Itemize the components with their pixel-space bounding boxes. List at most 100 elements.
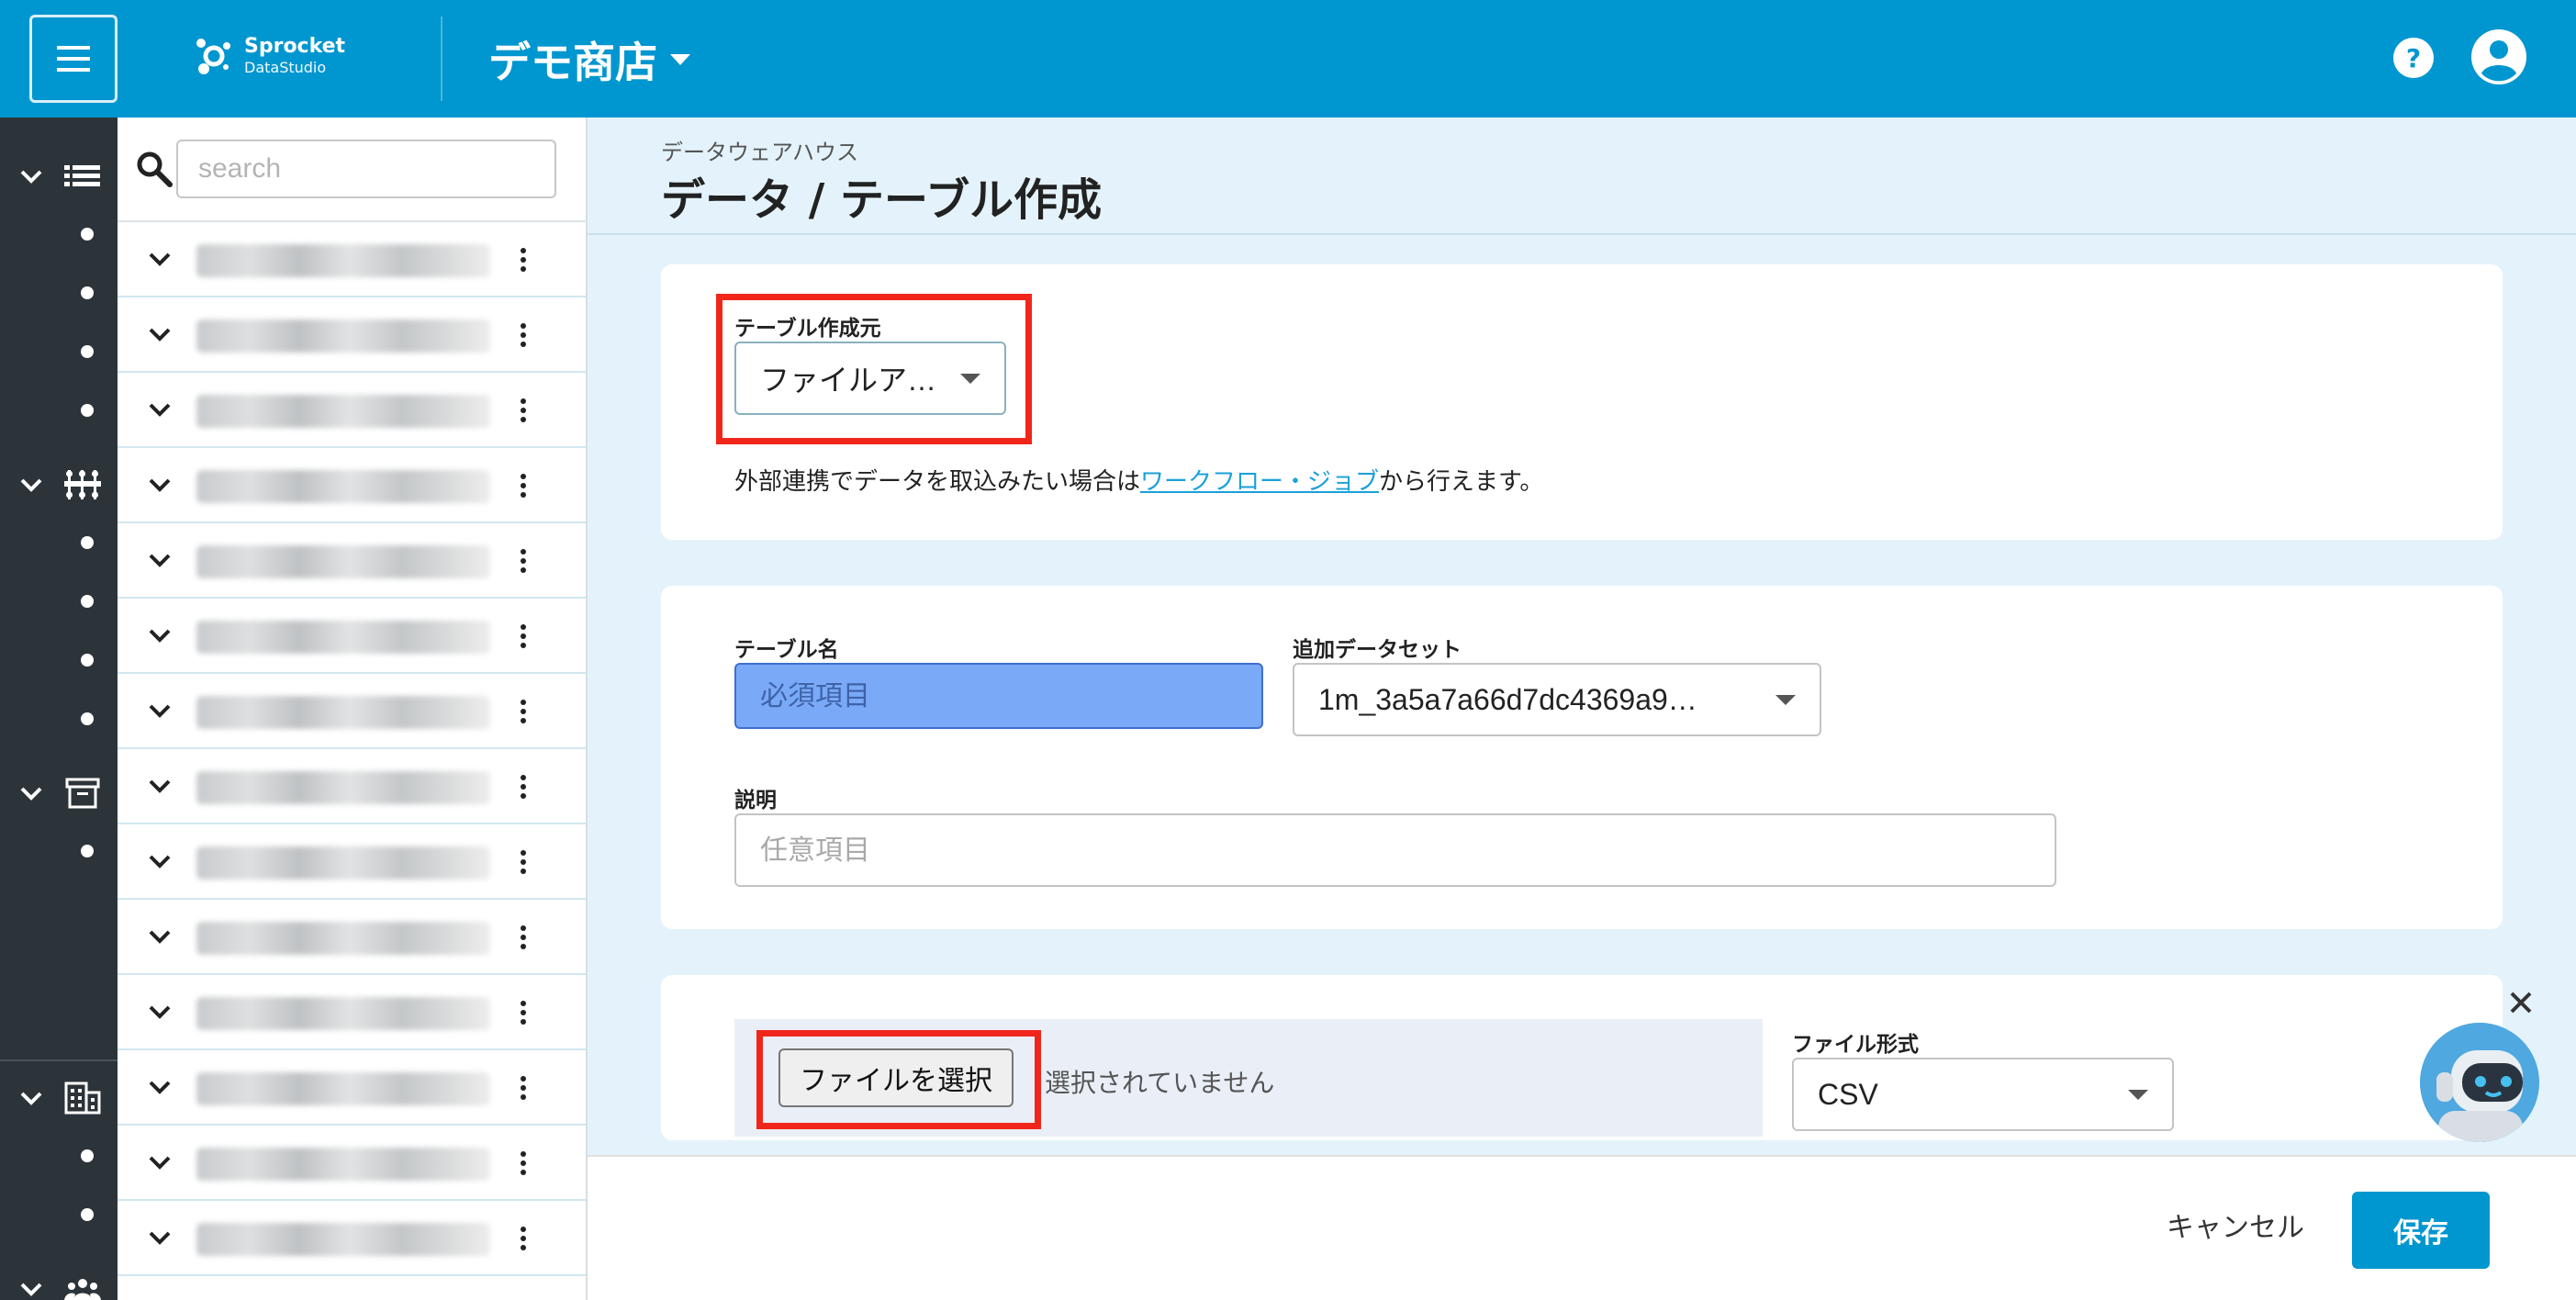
- tree-row[interactable]: [118, 674, 586, 749]
- breadcrumb[interactable]: データウェアハウス: [661, 134, 858, 166]
- user-avatar-icon[interactable]: [2470, 28, 2528, 86]
- chevron-down-icon[interactable]: [147, 775, 173, 797]
- chevron-down-icon[interactable]: [147, 248, 173, 270]
- more-vert-icon[interactable]: [514, 1146, 532, 1181]
- chevron-down-icon[interactable]: [147, 1227, 173, 1249]
- tree-row-name[interactable]: [196, 771, 490, 804]
- rail-dot[interactable]: [81, 345, 94, 358]
- chevron-down-icon[interactable]: [147, 850, 173, 872]
- more-vert-icon[interactable]: [514, 544, 532, 578]
- more-vert-icon[interactable]: [514, 393, 532, 428]
- chevron-down-icon[interactable]: [147, 398, 173, 420]
- rail-dot[interactable]: [81, 654, 94, 667]
- tree-row[interactable]: [118, 824, 586, 900]
- chevron-down-icon[interactable]: [147, 323, 173, 345]
- chevron-down-icon: [20, 787, 42, 801]
- chevron-down-icon[interactable]: [147, 1151, 173, 1173]
- rail-group-data[interactable]: [0, 156, 118, 196]
- rail-group-pipeline[interactable]: [0, 465, 118, 505]
- more-vert-icon[interactable]: [514, 694, 532, 729]
- more-vert-icon[interactable]: [514, 845, 532, 880]
- tree-row-name[interactable]: [196, 1072, 490, 1105]
- dataset-select[interactable]: 1m_3a5a7a66d7dc4369a9…: [1293, 663, 1821, 736]
- rail-group-users[interactable]: [0, 1269, 118, 1300]
- chevron-down-icon: [20, 478, 42, 492]
- chevron-down-icon: [20, 1283, 42, 1296]
- tree-row-name[interactable]: [196, 395, 490, 428]
- chevron-down-icon[interactable]: [147, 925, 173, 947]
- rail-dot[interactable]: [81, 286, 94, 299]
- table-name-input[interactable]: [734, 663, 1263, 729]
- rail-dot[interactable]: [81, 1149, 94, 1162]
- tree-row[interactable]: [118, 448, 586, 523]
- more-vert-icon[interactable]: [514, 619, 532, 654]
- rail-dot[interactable]: [81, 595, 94, 608]
- more-vert-icon[interactable]: [514, 920, 532, 955]
- help-icon[interactable]: ?: [2392, 37, 2435, 79]
- rail-dot[interactable]: [81, 845, 94, 857]
- tree-row[interactable]: [118, 297, 586, 373]
- tree-row[interactable]: [118, 1050, 586, 1126]
- close-icon[interactable]: [2503, 984, 2539, 1021]
- rail-dot[interactable]: [81, 228, 94, 241]
- more-vert-icon[interactable]: [514, 468, 532, 503]
- more-vert-icon[interactable]: [514, 1070, 532, 1105]
- tree-row[interactable]: [118, 900, 586, 975]
- source-card: テーブル作成元 ファイルアップロード 外部連携でデータを取込みたい場合はワークフ…: [661, 264, 2503, 540]
- app-logo[interactable]: Sprocket DataStudio: [193, 35, 345, 77]
- tree-row-name[interactable]: [196, 621, 490, 654]
- chevron-down-icon[interactable]: [147, 700, 173, 722]
- more-vert-icon[interactable]: [514, 1221, 532, 1256]
- tree-row[interactable]: [118, 1126, 586, 1201]
- tree-row[interactable]: [118, 373, 586, 448]
- svg-text:?: ?: [2406, 43, 2421, 73]
- more-vert-icon[interactable]: [514, 242, 532, 277]
- file-format-select[interactable]: CSV: [1792, 1058, 2174, 1131]
- tree-row-name[interactable]: [196, 696, 490, 729]
- source-select[interactable]: ファイルアップロード: [734, 342, 1006, 415]
- more-vert-icon[interactable]: [514, 995, 532, 1030]
- chevron-down-icon[interactable]: [147, 474, 173, 496]
- chevron-down-icon[interactable]: [147, 1001, 173, 1023]
- tree-row[interactable]: [118, 222, 586, 297]
- more-vert-icon[interactable]: [514, 318, 532, 353]
- cancel-button[interactable]: キャンセル: [2167, 1205, 2304, 1245]
- file-status-text: 選択されていません: [1045, 1068, 1275, 1098]
- tree-row-name[interactable]: [196, 545, 490, 578]
- tree-row-name[interactable]: [196, 922, 490, 955]
- chevron-down-icon[interactable]: [147, 549, 173, 571]
- people-group-icon: [64, 1279, 101, 1300]
- rail-group-organization[interactable]: [0, 1078, 118, 1118]
- chatbot-launcher[interactable]: [2420, 1023, 2539, 1142]
- rail-dot[interactable]: [81, 404, 94, 417]
- tree-row-name[interactable]: [196, 244, 490, 277]
- tree-row[interactable]: [118, 975, 586, 1050]
- chevron-down-icon[interactable]: [147, 1076, 173, 1098]
- workflow-job-link[interactable]: ワークフロー・ジョブ: [1140, 468, 1379, 496]
- hamburger-menu-button[interactable]: [29, 15, 118, 103]
- store-selector[interactable]: デモ商店: [488, 29, 690, 90]
- tree-row[interactable]: [118, 749, 586, 824]
- icon-rail: [0, 118, 118, 1300]
- tree-row-name[interactable]: [196, 470, 490, 503]
- search-input[interactable]: [176, 140, 556, 198]
- rail-dot[interactable]: [81, 536, 94, 549]
- choose-file-button[interactable]: ファイルを選択: [778, 1048, 1014, 1107]
- logo-sub-text: DataStudio: [244, 59, 327, 76]
- save-button[interactable]: 保存: [2352, 1192, 2490, 1269]
- tree-row[interactable]: [118, 523, 586, 599]
- tree-row[interactable]: [118, 599, 586, 674]
- rail-dot[interactable]: [81, 1208, 94, 1221]
- tree-row-name[interactable]: [196, 319, 490, 353]
- tree-row-name[interactable]: [196, 846, 490, 880]
- more-vert-icon[interactable]: [514, 769, 532, 804]
- tree-row-name[interactable]: [196, 1223, 490, 1256]
- rail-group-archive[interactable]: [0, 773, 118, 813]
- tree-row-name[interactable]: [196, 1148, 490, 1181]
- chevron-down-icon[interactable]: [147, 624, 173, 646]
- description-input[interactable]: [734, 813, 2056, 887]
- caret-down-icon: [670, 54, 690, 65]
- tree-row[interactable]: [118, 1201, 586, 1276]
- rail-dot[interactable]: [81, 712, 94, 725]
- tree-row-name[interactable]: [196, 997, 490, 1030]
